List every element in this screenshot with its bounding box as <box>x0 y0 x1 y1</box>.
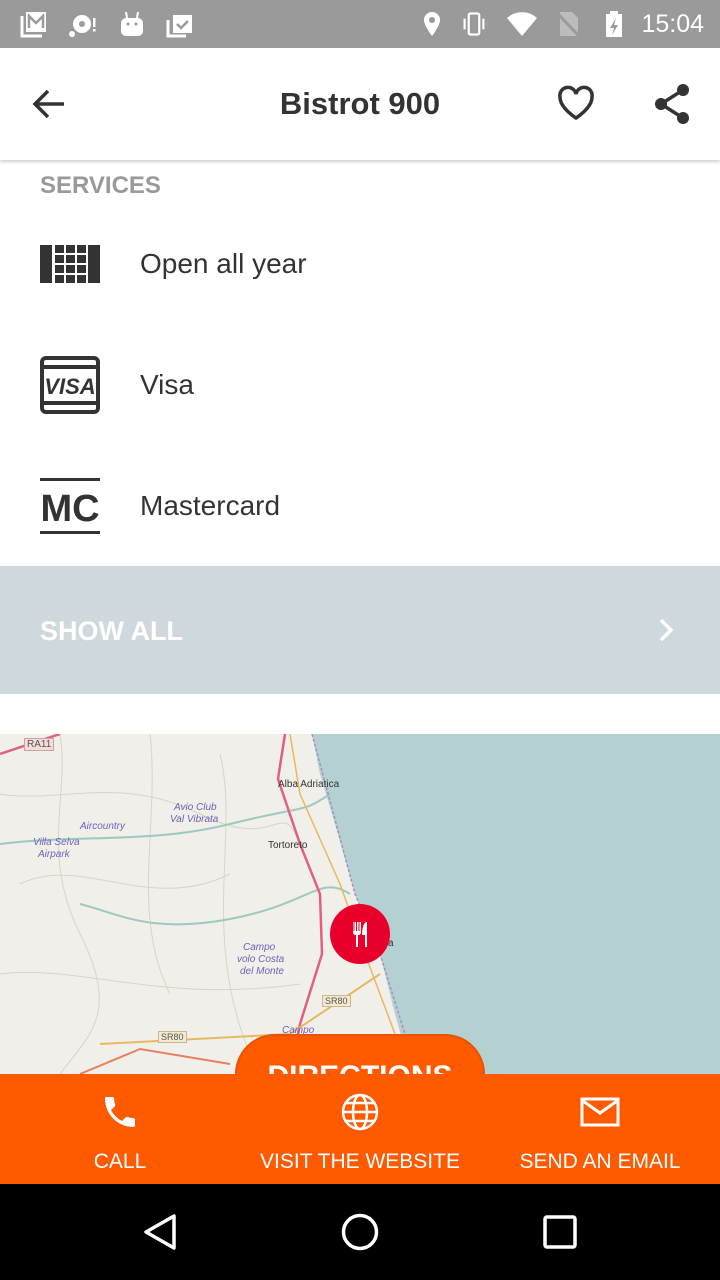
svg-text:MC: MC <box>40 488 99 530</box>
calendar-grid-icon <box>40 245 100 283</box>
restaurant-icon <box>353 922 367 947</box>
nav-recents-icon[interactable] <box>540 1212 580 1252</box>
service-label: Visa <box>140 369 194 400</box>
call-label: CALL <box>93 1150 147 1173</box>
globe-icon <box>341 1093 379 1131</box>
page-title: Bistrot 900 <box>279 86 441 121</box>
sync-error-icon <box>69 15 96 37</box>
map-label: Campo <box>243 942 276 953</box>
map-label: Airpark <box>38 849 70 860</box>
service-item-mastercard: MC Mastercard <box>0 446 720 566</box>
map-label: Alba Adriatica <box>278 779 340 790</box>
vibrate-icon <box>463 12 485 36</box>
call-button[interactable]: CALL <box>0 1074 240 1184</box>
no-sim-icon <box>555 11 582 38</box>
android-icon <box>121 11 143 36</box>
map-label: Villa Selva <box>33 837 80 848</box>
service-item-visa: VISA Visa <box>0 325 720 445</box>
mastercard-icon: MC <box>40 478 100 534</box>
system-nav-bar <box>0 1184 720 1280</box>
wifi-icon <box>507 12 537 37</box>
map-label: SR80 <box>322 995 351 1007</box>
show-all-label: SHOW ALL <box>40 616 183 646</box>
phone-icon <box>105 1097 135 1127</box>
map-label: Tortoreto <box>268 840 308 851</box>
map-label: volo Costa <box>237 954 285 965</box>
nav-back-icon[interactable] <box>140 1212 180 1252</box>
map-label: Avio Club <box>174 802 217 813</box>
send-email-button[interactable]: SEND AN EMAIL <box>480 1074 720 1184</box>
clipboard-check-icon <box>166 15 192 38</box>
service-item-open-all-year: Open all year <box>0 204 720 324</box>
location-icon <box>424 12 440 36</box>
service-label: Open all year <box>140 248 307 279</box>
favorite-button[interactable] <box>552 78 600 130</box>
gmail-icon <box>20 12 46 38</box>
status-bar: 15:04 <box>0 0 720 48</box>
status-time: 15:04 <box>641 10 704 38</box>
services-heading: SERVICES <box>40 172 161 199</box>
map-label: Val Vibrata <box>170 814 219 825</box>
heart-outline-icon <box>558 85 594 121</box>
email-label: SEND AN EMAIL <box>519 1150 681 1173</box>
service-label: Mastercard <box>140 490 281 521</box>
email-icon <box>580 1097 620 1127</box>
nav-home-icon[interactable] <box>340 1212 380 1252</box>
map-label: Aircountry <box>80 821 126 832</box>
action-bar: CALL VISIT THE WEBSITE SEND AN EMAIL <box>0 1074 720 1184</box>
restaurant-marker[interactable] <box>330 904 390 964</box>
chevron-right-icon <box>659 618 674 642</box>
show-all-button[interactable]: SHOW ALL <box>0 566 720 694</box>
map-label: SR80 <box>158 1031 187 1043</box>
map-view[interactable]: RA11 Alba Adriatica Avio Club Val Vibrat… <box>0 734 720 1074</box>
map-label: del Monte <box>240 966 284 977</box>
share-icon <box>655 84 689 124</box>
visa-card-icon: VISA <box>40 356 100 414</box>
app-bar: Bistrot 900 <box>0 48 720 160</box>
visit-website-button[interactable]: VISIT THE WEBSITE <box>240 1074 480 1184</box>
battery-charging-icon <box>606 11 622 37</box>
share-button[interactable] <box>648 78 696 130</box>
svg-text:VISA: VISA <box>44 374 95 399</box>
website-label: VISIT THE WEBSITE <box>260 1150 460 1173</box>
map-label: RA11 <box>24 738 55 751</box>
